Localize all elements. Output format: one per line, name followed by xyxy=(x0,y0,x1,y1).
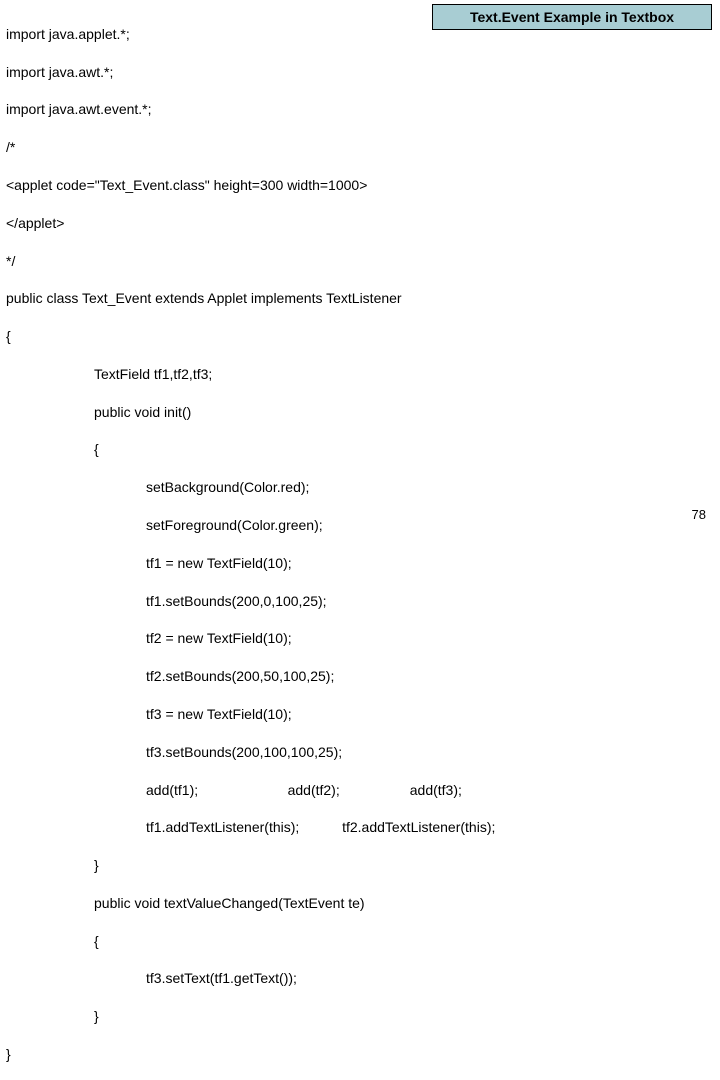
code-line: setBackground(Color.red); xyxy=(146,478,714,497)
code-line: import java.awt.*; xyxy=(6,63,714,82)
code-line: public void textValueChanged(TextEvent t… xyxy=(94,894,714,913)
code-line: tf2.setBounds(200,50,100,25); xyxy=(146,667,714,686)
code-block: import java.applet.*; import java.awt.*;… xyxy=(6,6,714,1080)
code-line: tf1.addTextListener(this); tf2.addTextLi… xyxy=(146,818,714,837)
code-line: { xyxy=(94,440,714,459)
code-line: public void init() xyxy=(94,403,714,422)
code-line: public class Text_Event extends Applet i… xyxy=(6,289,714,308)
code-line: import java.awt.event.*; xyxy=(6,100,714,119)
code-line: import java.applet.*; xyxy=(6,25,714,44)
code-line: TextField tf1,tf2,tf3; xyxy=(94,365,714,384)
code-line: tf1 = new TextField(10); xyxy=(146,554,714,573)
code-line: tf3.setBounds(200,100,100,25); xyxy=(146,743,714,762)
page-number: 78 xyxy=(692,507,706,522)
page-number-text: 78 xyxy=(692,507,706,522)
code-line: */ xyxy=(6,252,714,271)
code-line: tf3 = new TextField(10); xyxy=(146,705,714,724)
code-line: } xyxy=(6,1045,714,1064)
code-line: </applet> xyxy=(6,214,714,233)
code-line: setForeground(Color.green); xyxy=(146,516,714,535)
code-line: } xyxy=(94,856,714,875)
code-line: <applet code="Text_Event.class" height=3… xyxy=(6,176,714,195)
code-line: tf1.setBounds(200,0,100,25); xyxy=(146,592,714,611)
code-line: add(tf1); add(tf2); add(tf3); xyxy=(146,781,714,800)
code-line: /* xyxy=(6,138,714,157)
code-line: tf3.setText(tf1.getText()); xyxy=(146,969,714,988)
code-line: { xyxy=(94,932,714,951)
code-line: tf2 = new TextField(10); xyxy=(146,629,714,648)
code-line: { xyxy=(6,327,714,346)
code-line: } xyxy=(94,1007,714,1026)
